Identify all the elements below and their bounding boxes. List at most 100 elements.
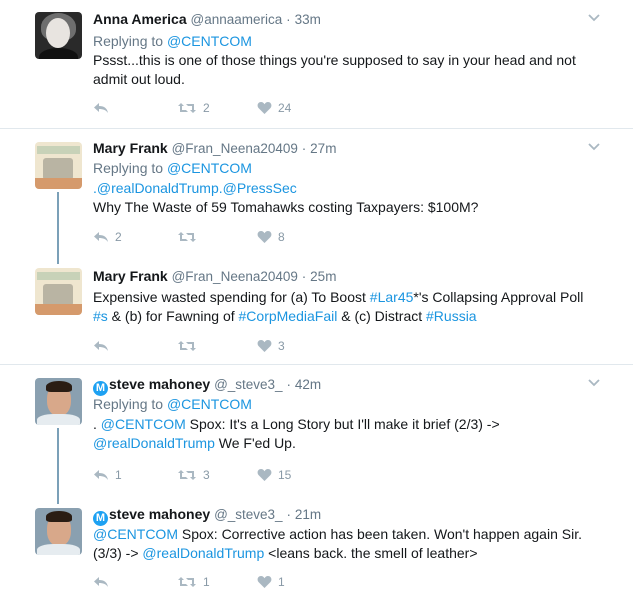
separator-dot: · xyxy=(301,269,307,284)
reply-icon xyxy=(94,103,108,113)
reply-button[interactable]: 1 xyxy=(93,468,122,482)
tweet-text-line: Why The Waste of 59 Tomahawks costing Ta… xyxy=(93,199,479,215)
mention-link[interactable]: @CENTCOM xyxy=(101,416,186,432)
tweet-actions: 2 24 xyxy=(93,101,393,119)
like-button[interactable]: 3 xyxy=(257,339,285,353)
replying-to-link[interactable]: @CENTCOM xyxy=(167,33,252,49)
text-segment: (3/3) -> xyxy=(93,545,143,561)
tweet-header: Anna America @annaamerica · 33m xyxy=(93,11,321,27)
replying-label: Replying to xyxy=(93,396,164,412)
like-count: 1 xyxy=(278,575,285,589)
tweet-text-line: admit out loud. xyxy=(93,71,185,87)
timestamp[interactable]: 27m xyxy=(310,141,336,156)
thread-connector xyxy=(57,428,59,504)
avatar[interactable] xyxy=(35,12,82,59)
reply-button[interactable] xyxy=(93,575,115,589)
text-segment: Expensive wasted spending for (a) To Boo… xyxy=(93,289,370,305)
like-icon xyxy=(257,469,272,481)
like-count: 15 xyxy=(278,468,292,482)
user-handle[interactable]: @Fran_Neena20409 xyxy=(172,141,298,156)
replying-to-link[interactable]: @CENTCOM xyxy=(167,396,252,412)
avatar[interactable] xyxy=(35,142,82,189)
user-name[interactable]: Mary Frank xyxy=(93,140,168,156)
retweet-button[interactable] xyxy=(177,230,203,244)
tweet-actions: 3 xyxy=(93,339,393,357)
retweet-button[interactable]: 1 xyxy=(177,575,210,589)
user-handle[interactable]: @_steve3_ xyxy=(214,507,283,522)
user-name[interactable]: steve mahoney xyxy=(109,506,210,522)
text-segment: <leans back. the smell of leather> xyxy=(264,545,478,561)
tweet-text: Pssst...this is one of those things you'… xyxy=(93,51,613,89)
chevron-down-icon[interactable] xyxy=(587,11,601,25)
like-icon xyxy=(257,231,272,243)
timestamp[interactable]: 21m xyxy=(295,507,321,522)
text-segment: We F'ed Up. xyxy=(214,435,296,451)
user-handle[interactable]: @Fran_Neena20409 xyxy=(172,269,298,284)
like-button[interactable]: 24 xyxy=(257,101,291,115)
reply-icon xyxy=(94,341,108,351)
mention-link[interactable]: @realDonaldTrump xyxy=(93,435,215,451)
avatar[interactable] xyxy=(35,268,82,315)
hashtag-link[interactable]: #Russia xyxy=(426,308,477,324)
tweet-text: . @CENTCOM Spox: It's a Long Story but I… xyxy=(93,415,613,453)
retweet-count: 2 xyxy=(203,101,210,115)
hashtag-link[interactable]: #s xyxy=(93,308,108,324)
hashtag-link[interactable]: #Lar45 xyxy=(370,289,414,305)
like-button[interactable]: 8 xyxy=(257,230,285,244)
retweet-button[interactable] xyxy=(177,339,203,353)
text-segment: . xyxy=(93,416,101,432)
tweet-header: Mary Frank @Fran_Neena20409 · 27m xyxy=(93,140,336,156)
like-button[interactable]: 1 xyxy=(257,575,285,589)
reply-button[interactable] xyxy=(93,339,115,353)
tweet-text-line: Expensive wasted spending for (a) To Boo… xyxy=(93,288,613,307)
reply-button[interactable]: 2 xyxy=(93,230,122,244)
hashtag-link[interactable]: #CorpMediaFail xyxy=(239,308,338,324)
reply-count: 2 xyxy=(115,230,122,244)
retweet-button[interactable]: 3 xyxy=(177,468,210,482)
tweet-actions: 2 8 xyxy=(93,230,393,248)
mention-link[interactable]: @realDonaldTrump xyxy=(142,545,264,561)
thread-connector xyxy=(57,192,59,264)
like-icon xyxy=(257,102,272,114)
retweet-icon xyxy=(178,470,196,480)
timestamp[interactable]: 25m xyxy=(310,269,336,284)
user-name[interactable]: steve mahoney xyxy=(109,376,210,392)
avatar[interactable] xyxy=(35,508,82,555)
user-handle[interactable]: @_steve3_ xyxy=(214,377,283,392)
tweet-text-line: @realDonaldTrump We F'ed Up. xyxy=(93,434,613,453)
replying-to: Replying to @CENTCOM xyxy=(93,33,252,49)
tweet-text-line: Pssst...this is one of those things you'… xyxy=(93,52,576,68)
chevron-down-icon[interactable] xyxy=(587,376,601,390)
mention-link[interactable]: .@PressSec xyxy=(219,180,297,196)
user-name[interactable]: Mary Frank xyxy=(93,268,168,284)
user-handle[interactable]: @annaamerica xyxy=(191,12,283,27)
timestamp[interactable]: 33m xyxy=(295,12,321,27)
replying-to-link[interactable]: @CENTCOM xyxy=(167,160,252,176)
retweet-count: 3 xyxy=(203,468,210,482)
mention-link[interactable]: @CENTCOM xyxy=(93,526,178,542)
separator-dot: · xyxy=(286,507,291,522)
chevron-down-icon[interactable] xyxy=(587,140,601,154)
separator-dot: · xyxy=(286,377,291,392)
text-segment: Spox: Corrective action has been taken. … xyxy=(177,526,582,542)
retweet-icon xyxy=(178,341,196,351)
like-button[interactable]: 15 xyxy=(257,468,291,482)
tweet-text-line: . @CENTCOM Spox: It's a Long Story but I… xyxy=(93,415,613,434)
mention-link[interactable]: .@realDonaldTrump xyxy=(93,180,219,196)
text-segment: Spox: It's a Long Story but I'll make it… xyxy=(185,416,500,432)
like-count: 24 xyxy=(278,101,292,115)
reply-icon xyxy=(94,470,108,480)
reply-icon xyxy=(94,577,108,587)
retweet-button[interactable]: 2 xyxy=(177,101,210,115)
tweet-header: Msteve mahoney @_steve3_ · 42m xyxy=(93,376,321,396)
separator-dot: · xyxy=(301,141,307,156)
tweet-actions: 1 1 xyxy=(93,575,393,593)
replying-label: Replying to xyxy=(93,33,164,49)
timestamp[interactable]: 42m xyxy=(295,377,321,392)
reply-button[interactable] xyxy=(93,101,115,115)
divider xyxy=(0,128,633,129)
retweet-icon xyxy=(178,103,196,113)
tweet-header: Msteve mahoney @_steve3_ · 21m xyxy=(93,506,321,526)
avatar[interactable] xyxy=(35,378,82,425)
user-name[interactable]: Anna America xyxy=(93,11,187,27)
